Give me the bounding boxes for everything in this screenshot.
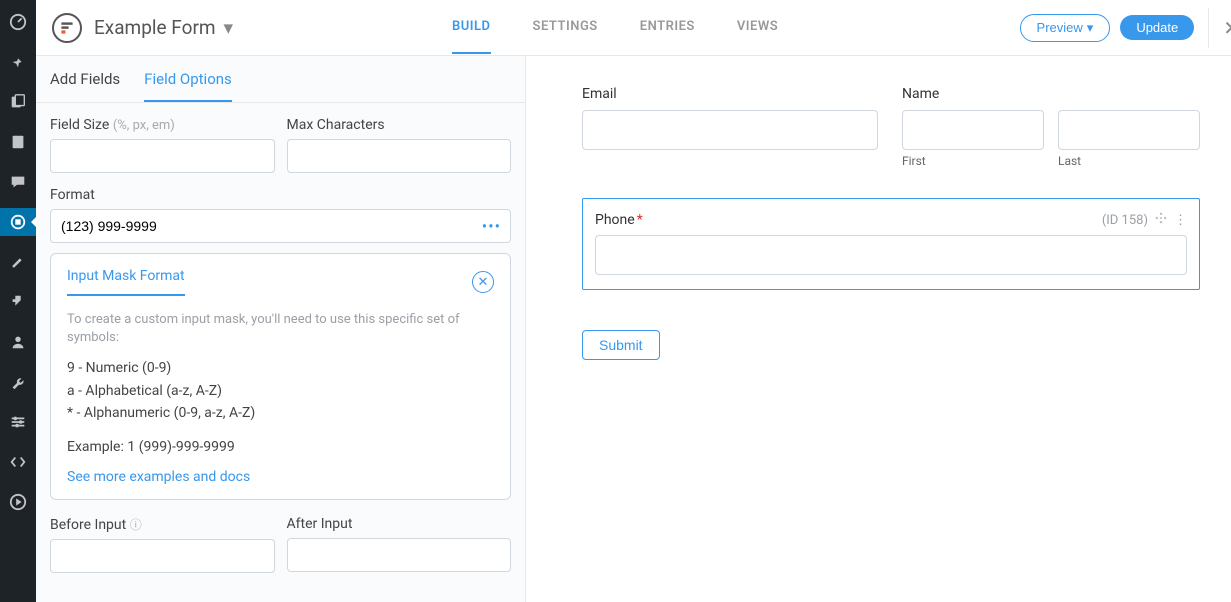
field-options-panel: Add Fields Field Options Field Size (%, … xyxy=(36,56,526,602)
plugins-icon[interactable] xyxy=(0,288,36,316)
last-sublabel: Last xyxy=(1058,154,1200,168)
wp-admin-sidebar xyxy=(0,0,36,602)
symbol-row: a - Alphabetical (a-z, A-Z) xyxy=(67,380,494,402)
tab-settings[interactable]: SETTINGS xyxy=(533,1,598,54)
first-name-input[interactable] xyxy=(902,110,1044,150)
preview-button-label: Preview xyxy=(1037,20,1083,35)
more-icon[interactable]: ⋮ xyxy=(1174,213,1187,228)
form-title[interactable]: Example Form ▾ xyxy=(94,16,233,39)
popover-example: Example: 1 (999)-999-9999 xyxy=(67,439,494,455)
submit-button[interactable]: Submit xyxy=(582,330,660,360)
pin-icon[interactable] xyxy=(0,48,36,76)
before-input-label: Before Input ⓘ xyxy=(50,516,275,533)
tab-add-fields[interactable]: Add Fields xyxy=(50,56,120,102)
popover-tab-input-mask[interactable]: Input Mask Format xyxy=(67,268,185,296)
name-label: Name xyxy=(902,86,1200,102)
dashboard-icon[interactable] xyxy=(0,8,36,36)
after-input-input[interactable] xyxy=(287,538,512,572)
caret-down-icon: ▾ xyxy=(224,16,234,39)
settings-slider-icon[interactable] xyxy=(0,408,36,436)
preview-email-field[interactable]: Email xyxy=(582,86,878,168)
comments-icon[interactable] xyxy=(0,168,36,196)
form-preview: Email Name First Last xyxy=(526,56,1231,602)
format-label: Format xyxy=(50,187,511,203)
tab-entries[interactable]: ENTRIES xyxy=(640,1,695,54)
phone-input[interactable] xyxy=(595,235,1187,275)
popover-close-icon[interactable]: ✕ xyxy=(472,271,494,293)
app-logo-icon xyxy=(52,13,82,43)
tab-build[interactable]: BUILD xyxy=(452,1,491,54)
format-options-icon[interactable]: ••• xyxy=(478,213,505,240)
topbar: Example Form ▾ BUILD SETTINGS ENTRIES VI… xyxy=(36,0,1231,56)
popover-description: To create a custom input mask, you'll ne… xyxy=(67,311,494,347)
update-button[interactable]: Update xyxy=(1120,15,1194,40)
max-characters-input[interactable] xyxy=(287,139,512,173)
forms-icon[interactable] xyxy=(0,208,36,236)
main-tabs: BUILD SETTINGS ENTRIES VIEWS xyxy=(452,1,1020,54)
media-icon[interactable] xyxy=(0,88,36,116)
input-mask-popover: Input Mask Format ✕ To create a custom i… xyxy=(50,253,511,500)
help-icon[interactable]: ⓘ xyxy=(130,518,142,532)
tools-icon[interactable] xyxy=(0,368,36,396)
caret-down-icon: ▾ xyxy=(1087,20,1094,36)
code-icon[interactable] xyxy=(0,448,36,476)
field-size-input[interactable] xyxy=(50,139,275,173)
first-sublabel: First xyxy=(902,154,1044,168)
phone-label: Phone* xyxy=(595,212,643,228)
after-input-label: After Input xyxy=(287,516,512,532)
tab-views[interactable]: VIEWS xyxy=(737,1,778,54)
pages-icon[interactable] xyxy=(0,128,36,156)
max-characters-label: Max Characters xyxy=(287,117,512,133)
preview-button[interactable]: Preview ▾ xyxy=(1020,14,1111,42)
popover-docs-link[interactable]: See more examples and docs xyxy=(67,469,494,485)
last-name-input[interactable] xyxy=(1058,110,1200,150)
symbol-row: 9 - Numeric (0-9) xyxy=(67,357,494,379)
before-input-input[interactable] xyxy=(50,539,275,573)
popover-symbol-list: 9 - Numeric (0-9) a - Alphabetical (a-z,… xyxy=(67,357,494,424)
email-label: Email xyxy=(582,86,878,102)
preview-name-field[interactable]: Name First Last xyxy=(902,86,1200,168)
field-id-text: (ID 158) xyxy=(1102,213,1148,228)
preview-phone-field-selected[interactable]: Phone* (ID 158) ⋮ xyxy=(582,198,1200,290)
close-icon[interactable]: ✕ xyxy=(1208,8,1231,48)
format-input[interactable] xyxy=(50,209,511,243)
tab-field-options[interactable]: Field Options xyxy=(144,56,232,102)
brush-icon[interactable] xyxy=(0,248,36,276)
field-size-label: Field Size (%, px, em) xyxy=(50,117,275,133)
play-icon[interactable] xyxy=(0,488,36,516)
symbol-row: * - Alphanumeric (0-9, a-z, A-Z) xyxy=(67,402,494,424)
form-title-text: Example Form xyxy=(94,16,216,39)
users-icon[interactable] xyxy=(0,328,36,356)
move-icon[interactable] xyxy=(1154,211,1168,229)
email-input[interactable] xyxy=(582,110,878,150)
